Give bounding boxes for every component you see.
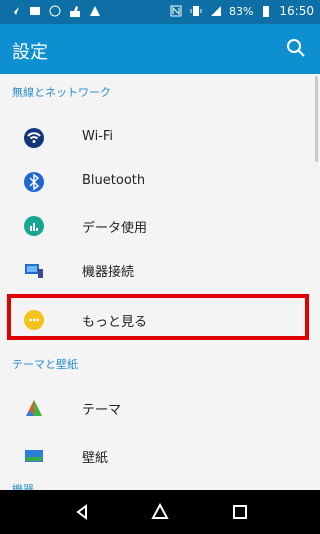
sync-icon xyxy=(49,5,61,17)
item-bluetooth[interactable]: Bluetooth xyxy=(0,160,320,204)
battery-percent: 83% xyxy=(228,4,254,18)
item-data-usage[interactable]: データ使用 xyxy=(0,204,320,248)
item-wifi[interactable]: Wi-Fi xyxy=(0,116,320,160)
notification-icons xyxy=(8,4,102,18)
settings-list[interactable]: 無線とネットワーク Wi-Fi Bluetooth データ使用 機器接続 もっと… xyxy=(0,74,320,490)
wifi-icon xyxy=(24,128,44,148)
data-usage-icon xyxy=(24,216,44,236)
section-header-themes: テーマと壁紙 xyxy=(12,358,78,371)
navigation-bar xyxy=(0,490,320,534)
page-title: 設定 xyxy=(12,42,48,63)
item-wallpaper[interactable]: 壁紙 xyxy=(0,434,320,478)
thumb-icon xyxy=(70,6,80,17)
section-header-wireless: 無線とネットワーク xyxy=(12,86,111,99)
battery-icon xyxy=(263,6,270,17)
status-bar: 83% 16:50 xyxy=(0,0,320,24)
highlight-box xyxy=(7,294,309,340)
vibrate-icon xyxy=(190,6,202,16)
back-icon[interactable] xyxy=(72,502,92,522)
nfc-icon xyxy=(170,5,182,17)
bluetooth-icon xyxy=(24,172,44,192)
home-icon[interactable] xyxy=(150,502,170,522)
system-status-icons: 83% 16:50 xyxy=(169,4,314,18)
item-device-connection[interactable]: 機器接続 xyxy=(0,248,320,292)
image-icon xyxy=(30,7,40,15)
warning-icon xyxy=(90,6,100,16)
section-header-device: 機器 xyxy=(12,483,34,490)
item-label-wifi: Wi-Fi xyxy=(82,129,114,144)
item-label-wallpaper: 壁紙 xyxy=(82,451,109,466)
item-label-device-connection: 機器接続 xyxy=(82,265,135,280)
search-icon[interactable] xyxy=(284,36,308,60)
item-label-data-usage: データ使用 xyxy=(82,221,148,236)
signal-icon xyxy=(210,6,221,16)
device-connection-icon xyxy=(25,264,43,278)
item-label-theme: テーマ xyxy=(82,403,122,418)
recents-icon[interactable] xyxy=(230,502,250,522)
location-icon xyxy=(11,7,19,15)
item-label-bluetooth: Bluetooth xyxy=(82,173,146,188)
app-bar: 設定 xyxy=(0,24,320,74)
wallpaper-icon xyxy=(25,450,43,462)
item-theme[interactable]: テーマ xyxy=(0,386,320,430)
theme-icon xyxy=(26,400,42,416)
clock: 16:50 xyxy=(279,4,314,18)
